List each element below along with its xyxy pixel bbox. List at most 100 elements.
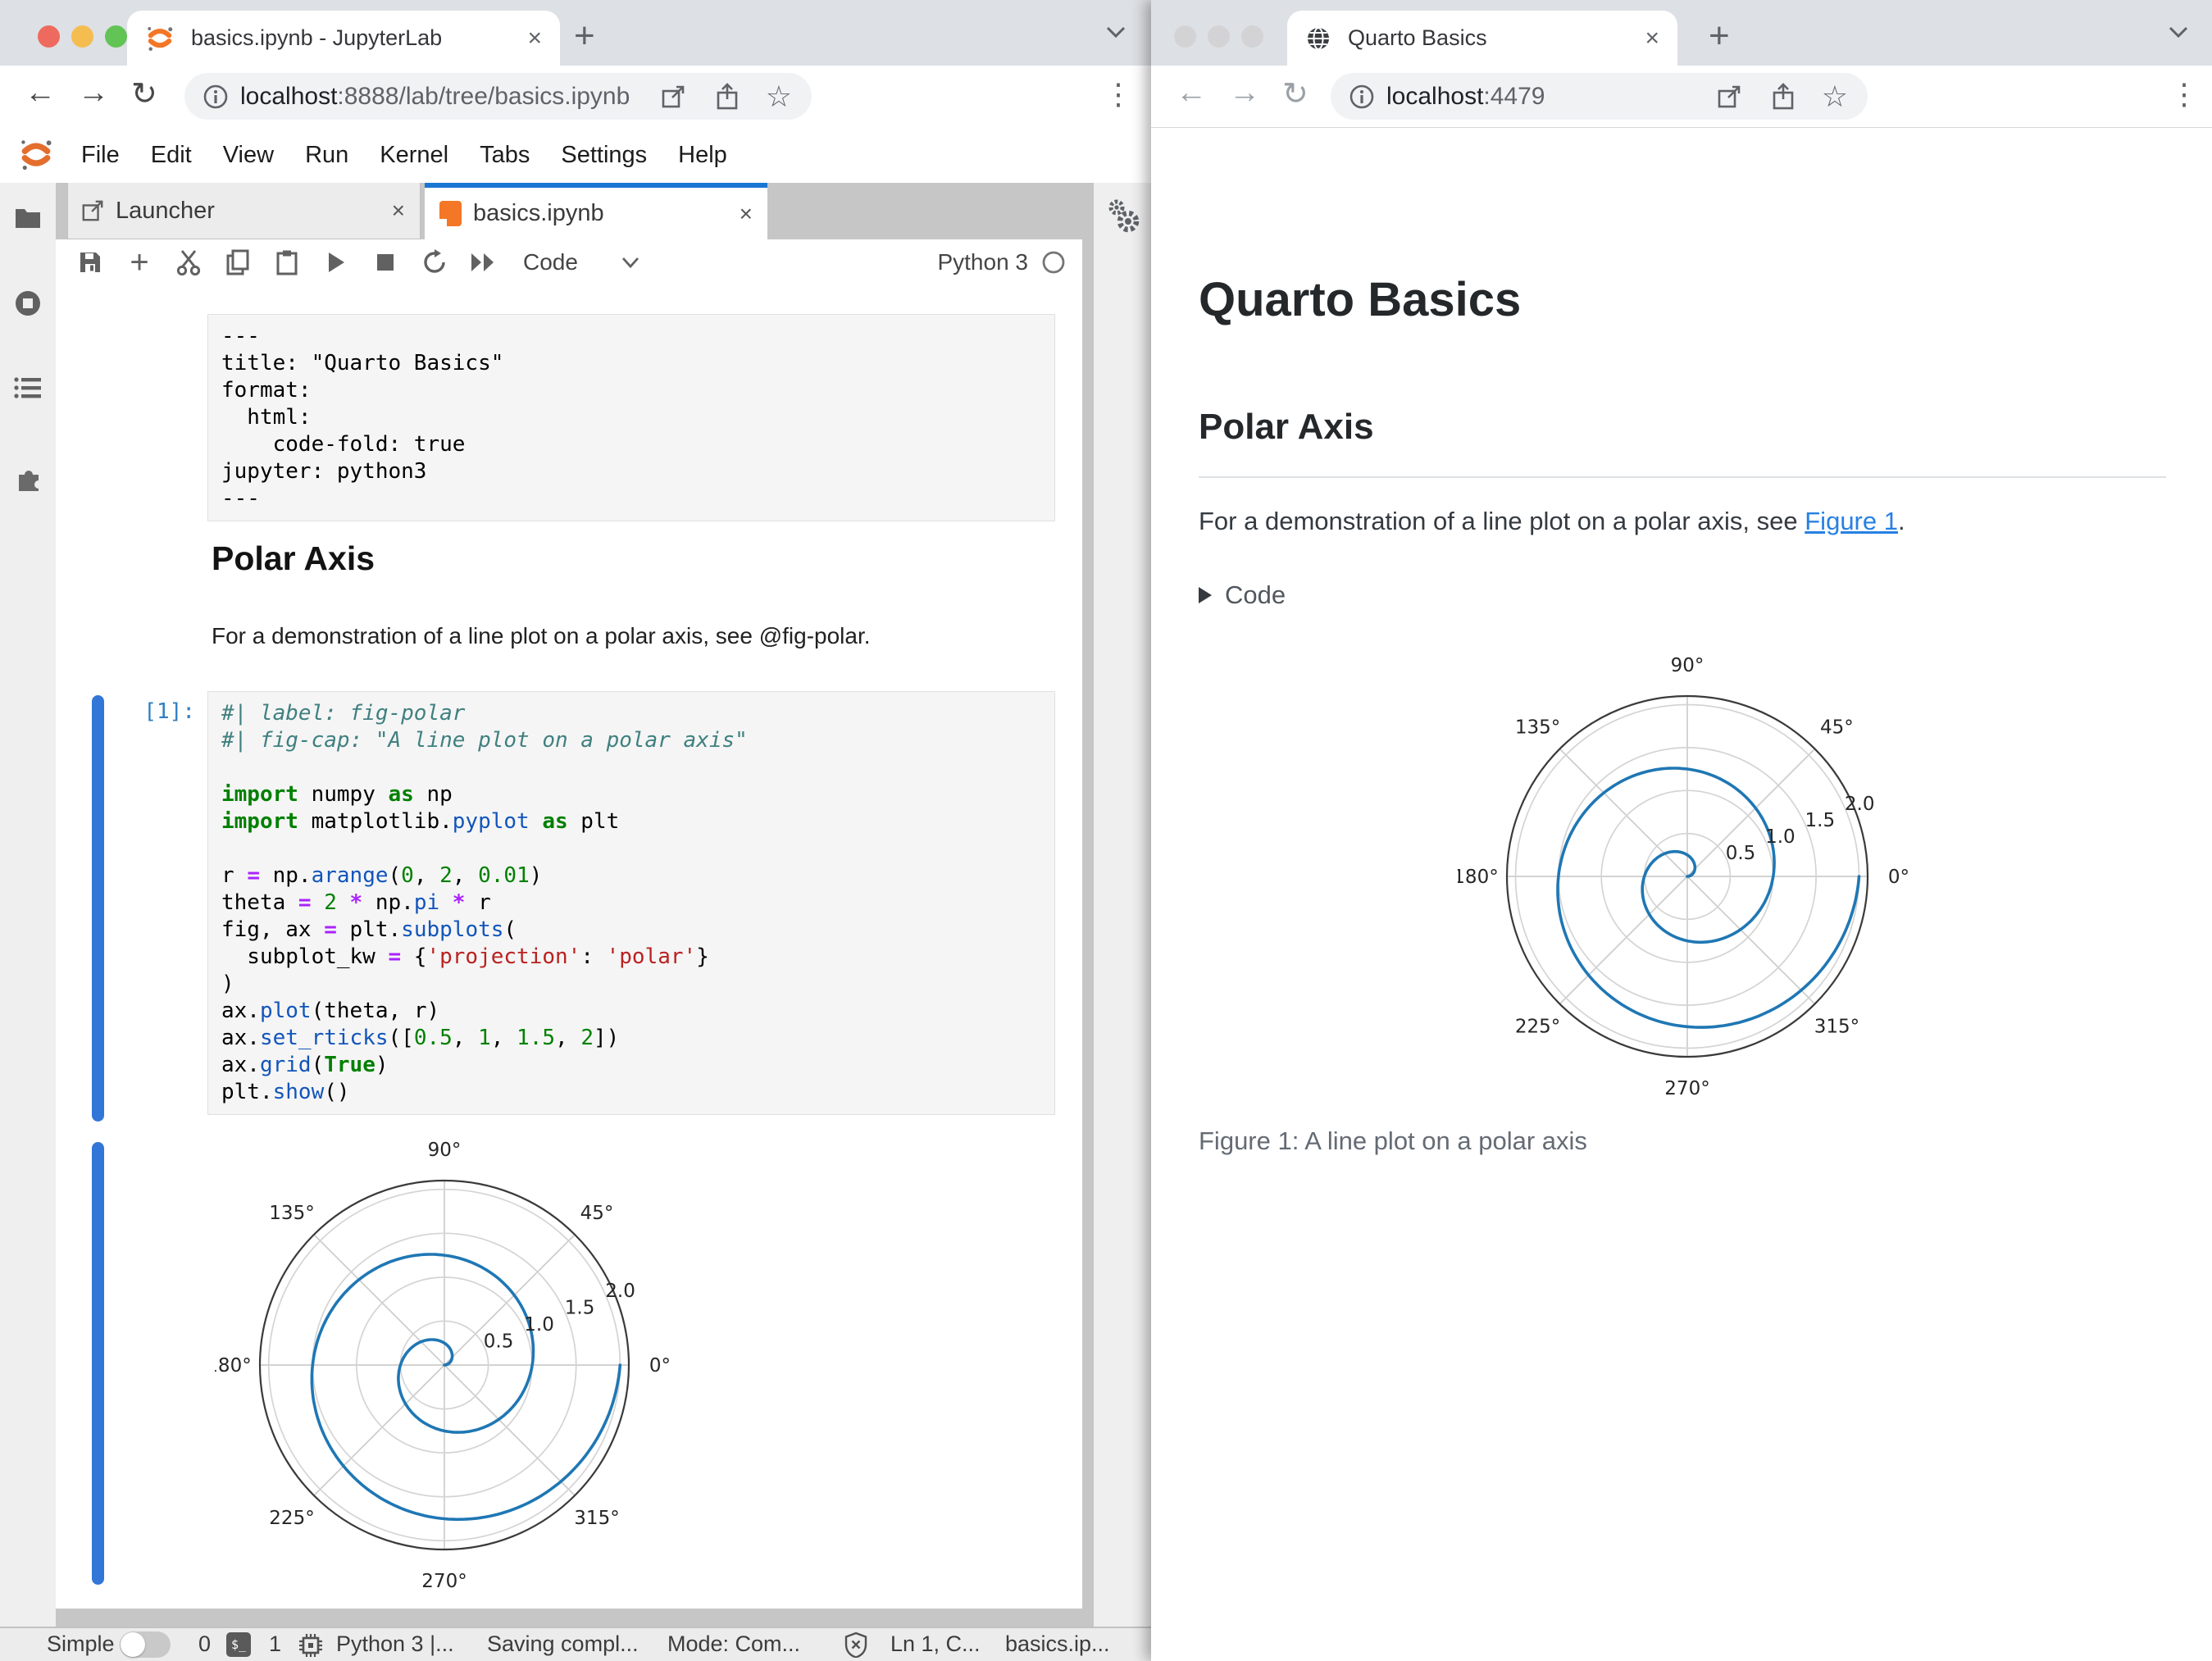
saving-status-text: Saving compl... bbox=[487, 1631, 639, 1656]
svg-text:180°: 180° bbox=[215, 1355, 252, 1377]
open-in-new-icon[interactable] bbox=[1717, 84, 1741, 109]
notebook-tab-close-icon[interactable]: × bbox=[740, 201, 753, 227]
polar-plot-output: 0° 45° 90° 135° 180° 225° 270° 315° 0.5 1.0 1.5 2.0 bbox=[215, 1140, 671, 1592]
menu-help[interactable]: Help bbox=[662, 142, 743, 169]
kernel-name-label[interactable]: Python 3 bbox=[937, 249, 1028, 275]
page-title: Quarto Basics bbox=[1199, 273, 1522, 326]
menu-kernel[interactable]: Kernel bbox=[364, 142, 464, 169]
file-browser-icon[interactable] bbox=[14, 206, 42, 230]
property-inspector-gears-icon[interactable] bbox=[1105, 198, 1141, 234]
menu-view[interactable]: View bbox=[207, 142, 289, 169]
address-bar[interactable]: localhost:8888/lab/tree/basics.ipynb ☆ bbox=[184, 73, 812, 120]
tab-close-icon[interactable]: × bbox=[509, 25, 560, 52]
svg-text:315°: 315° bbox=[1814, 1016, 1859, 1037]
svg-text:90°: 90° bbox=[428, 1140, 462, 1161]
zoom-window-button[interactable] bbox=[1241, 25, 1263, 48]
jupyterlab-menubar: File Edit View Run Kernel Tabs Settings … bbox=[0, 127, 1151, 184]
new-tab-button[interactable]: + bbox=[574, 18, 595, 54]
body-paragraph: For a demonstration of a line plot on a … bbox=[1199, 507, 1905, 535]
close-window-button[interactable] bbox=[38, 25, 60, 48]
copy-icon[interactable] bbox=[223, 249, 253, 275]
kernel-status-icon[interactable] bbox=[1041, 250, 1066, 275]
tab-search-chevron-icon[interactable] bbox=[1105, 25, 1126, 39]
menu-run[interactable]: Run bbox=[289, 142, 364, 169]
add-cell-icon[interactable]: + bbox=[125, 246, 154, 279]
kernel-status-text[interactable]: Python 3 |... bbox=[336, 1628, 454, 1659]
yaml-cell[interactable]: --- title: "Quarto Basics" format: html: c… bbox=[207, 314, 1055, 521]
browser-tab[interactable]: Quarto Basics × bbox=[1287, 11, 1677, 66]
restart-run-all-icon[interactable] bbox=[469, 252, 498, 273]
notebook-markdown-paragraph: For a demonstration of a line plot on a … bbox=[212, 623, 871, 648]
bookmark-star-icon[interactable]: ☆ bbox=[766, 80, 792, 114]
minimize-window-button[interactable] bbox=[71, 25, 93, 48]
restart-kernel-icon[interactable] bbox=[420, 249, 449, 275]
browser-menu-icon[interactable]: ⋮ bbox=[2169, 77, 2201, 111]
tab-search-chevron-icon[interactable] bbox=[2168, 25, 2189, 39]
active-cell-collapser[interactable] bbox=[92, 695, 104, 1122]
launcher-tab-close-icon[interactable]: × bbox=[392, 198, 405, 224]
stop-icon[interactable] bbox=[371, 253, 400, 272]
paste-icon[interactable] bbox=[272, 249, 302, 275]
svg-text:0°: 0° bbox=[1888, 867, 1909, 888]
forward-icon[interactable]: → bbox=[1229, 75, 1260, 111]
output-collapser[interactable] bbox=[92, 1142, 104, 1585]
bookmark-star-icon[interactable]: ☆ bbox=[1822, 80, 1848, 114]
cursor-position[interactable]: Ln 1, C... bbox=[890, 1628, 981, 1659]
run-icon[interactable] bbox=[321, 250, 351, 275]
url-host: localhost bbox=[1386, 82, 1484, 110]
zoom-window-button[interactable] bbox=[105, 25, 127, 48]
tab-launcher[interactable]: Launcher × bbox=[67, 183, 421, 239]
back-icon[interactable]: ← bbox=[25, 75, 56, 111]
back-icon[interactable]: ← bbox=[1176, 75, 1207, 111]
cell-type-chevron-icon[interactable] bbox=[621, 256, 640, 269]
share-icon[interactable] bbox=[715, 82, 740, 111]
code-cell[interactable]: #| label: fig-polar #| fig-cap: "A line p… bbox=[207, 691, 1055, 1115]
menu-tabs[interactable]: Tabs bbox=[464, 142, 545, 169]
site-info-icon[interactable] bbox=[1349, 84, 1375, 110]
cut-icon[interactable] bbox=[174, 249, 203, 275]
running-sessions-icon[interactable] bbox=[14, 289, 42, 317]
browser-tab[interactable]: basics.ipynb - JupyterLab × bbox=[127, 11, 560, 66]
launcher-tab-icon bbox=[82, 200, 103, 221]
quarto-page: Quarto Basics Polar Axis For a demonstra… bbox=[1151, 128, 2212, 1661]
new-tab-button[interactable]: + bbox=[1709, 18, 1730, 54]
reload-icon[interactable]: ↻ bbox=[1282, 75, 1309, 112]
tab-close-icon[interactable]: × bbox=[1627, 25, 1677, 52]
tab-strip: basics.ipynb - JupyterLab × + bbox=[0, 0, 1151, 66]
tab-notebook[interactable]: basics.ipynb × bbox=[425, 183, 767, 239]
svg-text:45°: 45° bbox=[1820, 717, 1854, 739]
menu-edit[interactable]: Edit bbox=[135, 142, 207, 169]
svg-text:135°: 135° bbox=[269, 1203, 314, 1224]
svg-text:180°: 180° bbox=[1458, 867, 1499, 888]
reload-icon[interactable]: ↻ bbox=[131, 75, 157, 112]
svg-text:225°: 225° bbox=[1515, 1016, 1560, 1037]
menu-file[interactable]: File bbox=[66, 142, 135, 169]
notebook-panel[interactable]: --- title: "Quarto Basics" format: html: c… bbox=[56, 285, 1082, 1609]
site-info-icon[interactable] bbox=[203, 84, 229, 110]
simple-mode-toggle[interactable] bbox=[120, 1631, 171, 1658]
trust-shield-icon[interactable] bbox=[844, 1631, 867, 1658]
figure-link[interactable]: Figure 1 bbox=[1805, 507, 1898, 535]
section-heading: Polar Axis bbox=[1199, 407, 1374, 447]
open-in-new-icon[interactable] bbox=[661, 84, 685, 109]
statusbar-filename: basics.ip... bbox=[1005, 1631, 1110, 1656]
cell-type-dropdown[interactable]: Code bbox=[523, 249, 578, 275]
menu-settings[interactable]: Settings bbox=[545, 142, 662, 169]
url-path: :8888/lab/tree/basics.ipynb bbox=[337, 82, 630, 110]
share-icon[interactable] bbox=[1771, 82, 1796, 111]
forward-icon[interactable]: → bbox=[78, 75, 109, 111]
close-window-button[interactable] bbox=[1174, 25, 1196, 48]
kernel-chip-icon bbox=[299, 1634, 322, 1657]
address-bar[interactable]: localhost:4479 ☆ bbox=[1331, 73, 1868, 120]
save-icon[interactable] bbox=[75, 250, 105, 275]
code-disclosure[interactable]: Code bbox=[1199, 580, 1286, 610]
minimize-window-button[interactable] bbox=[1208, 25, 1230, 48]
simple-mode-label: Simple bbox=[47, 1631, 115, 1656]
svg-text:0°: 0° bbox=[649, 1355, 671, 1377]
extensions-icon[interactable] bbox=[14, 463, 43, 493]
notebook-toolbar: + Code Python 3 bbox=[56, 239, 1082, 286]
mode-indicator[interactable]: Mode: Com... bbox=[667, 1628, 800, 1659]
browser-menu-icon[interactable]: ⋮ bbox=[1104, 77, 1135, 111]
jupyter-logo bbox=[21, 140, 52, 171]
table-of-contents-icon[interactable] bbox=[14, 376, 42, 399]
